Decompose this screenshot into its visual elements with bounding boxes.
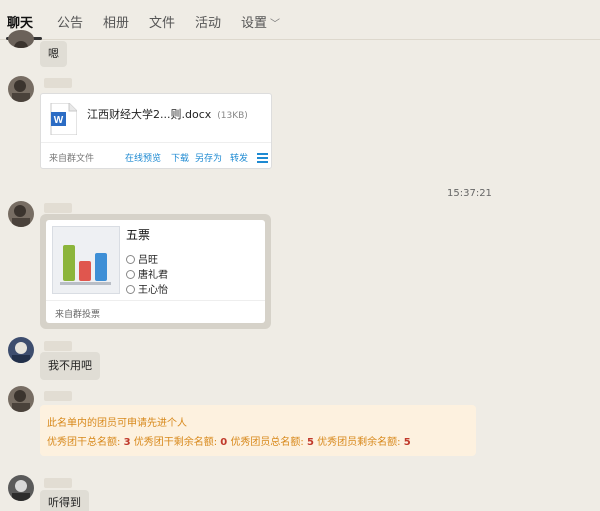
radio-icon[interactable]: [126, 270, 135, 279]
sender-name: [44, 341, 72, 351]
quota-label: 优秀团员剩余名额:: [317, 437, 401, 448]
message-bubble: 我不用吧: [40, 352, 100, 380]
message-bubble: 听得到: [40, 490, 89, 511]
tab-announcement[interactable]: 公告: [57, 12, 83, 31]
radio-icon[interactable]: [126, 255, 135, 264]
quota-label: 优秀团干剩余名额:: [133, 437, 218, 448]
save-as-link[interactable]: 另存为: [195, 151, 222, 164]
vote-card-frame: 五票 吕旺 唐礼君 王心怡 来自群投票: [40, 214, 271, 329]
vote-source-label: 来自群投票: [46, 300, 265, 323]
chevron-down-icon: ﹀: [270, 19, 281, 30]
quota-label: 优秀团干总名额:: [47, 437, 121, 448]
tab-bar: 聊天 公告 相册 文件 活动 设置 ﹀: [0, 0, 600, 40]
vote-option[interactable]: 王心怡: [126, 281, 168, 296]
tab-activity[interactable]: 活动: [195, 12, 221, 31]
avatar[interactable]: [8, 76, 34, 102]
file-size: (13KB): [217, 111, 248, 121]
hamburger-menu-icon[interactable]: [257, 153, 268, 165]
vote-option[interactable]: 唐礼君: [126, 266, 168, 281]
word-doc-icon: W: [50, 103, 77, 135]
quota-value: 0: [220, 437, 228, 448]
file-card[interactable]: W 江西财经大学2...则.docx (13KB) 来自群文件 在线预览 下载 另…: [40, 93, 272, 169]
avatar[interactable]: [8, 201, 34, 227]
quota-value: 5: [307, 437, 314, 448]
message-bubble: 嗯: [40, 41, 67, 67]
radio-icon[interactable]: [126, 285, 135, 294]
quota-value: 5: [403, 437, 411, 448]
avatar[interactable]: [8, 30, 34, 48]
avatar[interactable]: [8, 475, 34, 501]
tab-files[interactable]: 文件: [149, 12, 175, 31]
quota-label: 优秀团员总名额:: [230, 437, 304, 448]
vote-option-label: 唐礼君: [138, 270, 168, 281]
sender-name: [44, 78, 72, 88]
sender-name: [44, 391, 72, 401]
svg-text:W: W: [54, 115, 64, 126]
tab-settings[interactable]: 设置 ﹀: [241, 12, 280, 31]
vote-option[interactable]: 吕旺: [126, 251, 158, 266]
tab-album[interactable]: 相册: [103, 12, 129, 31]
message-timestamp: 15:37:21: [447, 188, 492, 199]
file-card-footer: 来自群文件 在线预览 下载 另存为 转发: [41, 142, 271, 169]
notice-quota-line: 优秀团干总名额: 3 优秀团干剩余名额: 0 优秀团员总名额: 5 优秀团员剩余…: [47, 433, 411, 448]
tab-settings-label: 设置: [241, 16, 268, 31]
sender-name: [44, 203, 72, 213]
file-name[interactable]: 江西财经大学2...则.docx: [87, 108, 211, 121]
tab-chat[interactable]: 聊天: [7, 12, 33, 31]
vote-option-label: 吕旺: [138, 255, 158, 266]
vote-option-label: 王心怡: [138, 285, 168, 296]
avatar[interactable]: [8, 386, 34, 412]
download-link[interactable]: 下载: [171, 151, 189, 164]
notice-message: 此名单内的团员可申请先进个人 优秀团干总名额: 3 优秀团干剩余名额: 0 优秀…: [40, 405, 476, 456]
file-source-label: 来自群文件: [49, 154, 95, 164]
sender-name: [44, 478, 72, 488]
quota-value: 3: [123, 437, 131, 448]
notice-line: 此名单内的团员可申请先进个人: [47, 418, 187, 429]
preview-online-link[interactable]: 在线预览: [125, 151, 161, 164]
file-name-row: 江西财经大学2...则.docx (13KB): [87, 106, 248, 122]
forward-link[interactable]: 转发: [230, 151, 248, 164]
vote-title: 五票: [126, 228, 151, 242]
avatar[interactable]: [8, 337, 34, 363]
vote-thumbnail: [52, 226, 120, 294]
bar-chart-icon: [60, 245, 111, 285]
vote-card[interactable]: 五票 吕旺 唐礼君 王心怡 来自群投票: [46, 220, 265, 323]
